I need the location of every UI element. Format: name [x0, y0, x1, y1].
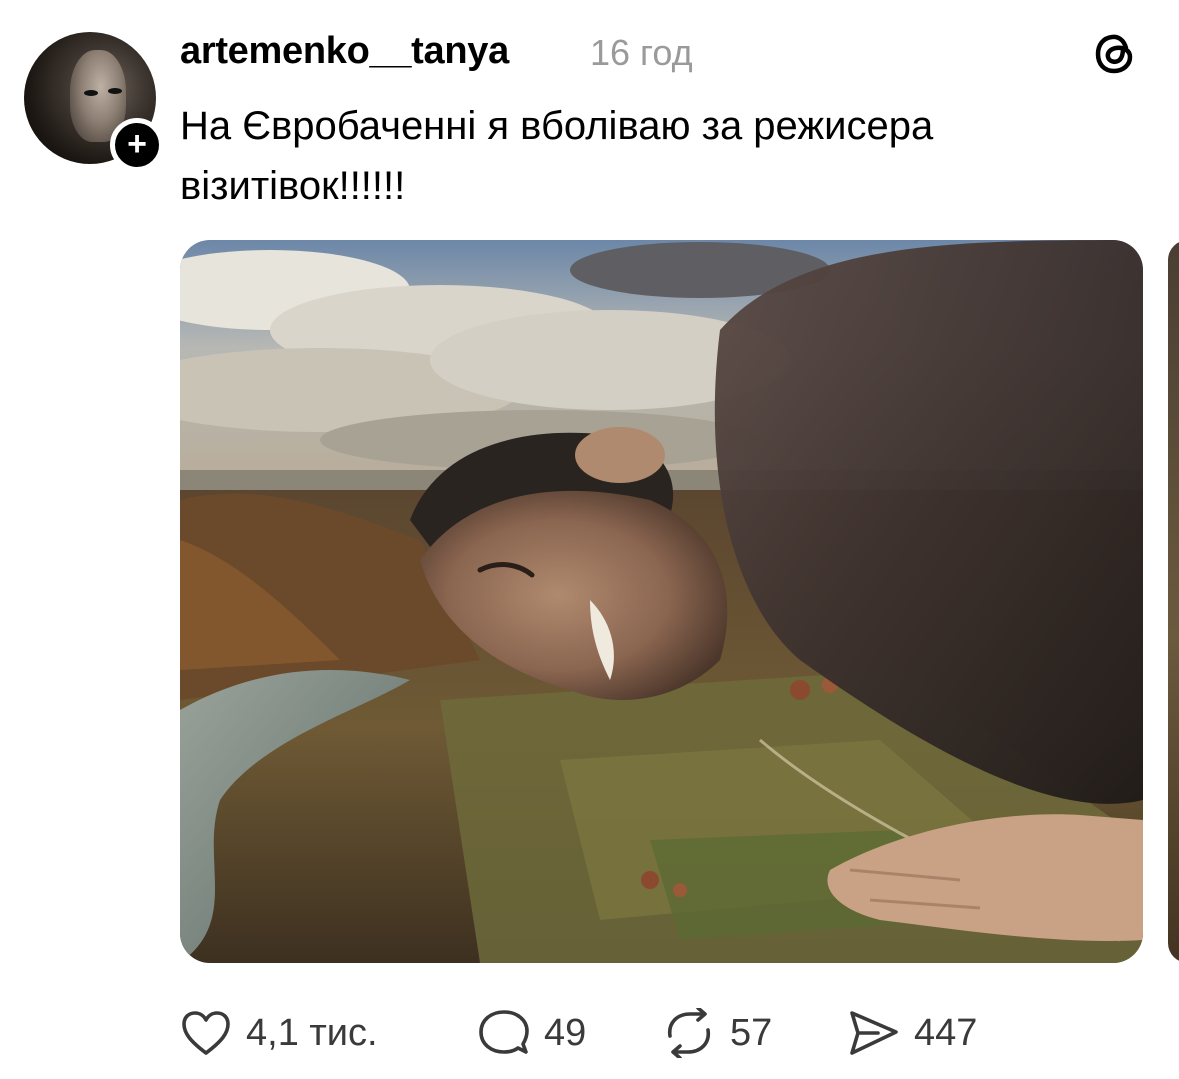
repost-button[interactable]: 57 [662, 1006, 772, 1060]
next-image-preview[interactable] [1168, 240, 1179, 963]
author-username[interactable]: artemenko__tanya [180, 30, 509, 73]
post-timestamp: 16 год [590, 32, 693, 73]
reply-count: 49 [544, 1011, 587, 1054]
like-button[interactable]: 4,1 тис. [180, 1006, 378, 1060]
send-icon [850, 1011, 898, 1055]
like-count: 4,1 тис. [246, 1011, 378, 1054]
reply-button[interactable]: 49 [478, 1006, 586, 1060]
threads-logo-icon[interactable] [1090, 28, 1140, 78]
avatar-eye-left [84, 90, 98, 96]
share-count: 447 [914, 1011, 978, 1054]
post-text: На Євробаченні я вболіваю за режисера ві… [180, 104, 934, 208]
heart-icon [182, 1011, 230, 1055]
repost-icon [667, 1008, 711, 1058]
follow-button[interactable]: + [110, 118, 164, 172]
avatar-eye-right [108, 88, 122, 94]
thread-post: + artemenko__tanya 16 год На Євробаченні… [0, 0, 1179, 1079]
post-image[interactable] [180, 240, 1143, 963]
comment-icon [479, 1010, 529, 1054]
repost-count: 57 [730, 1011, 773, 1054]
share-button[interactable]: 447 [848, 1006, 977, 1060]
post-image-art [180, 240, 1143, 963]
